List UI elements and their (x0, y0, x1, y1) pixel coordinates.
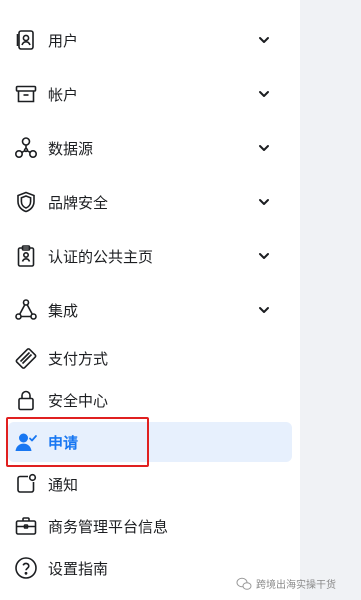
sidebar-item-label: 申请 (48, 433, 79, 452)
sidebar-item-requests[interactable]: 申请 (8, 422, 292, 462)
sidebar-item-label: 认证的公共主页 (48, 247, 154, 266)
shield-icon (14, 190, 38, 214)
sidebar-item-security-center[interactable]: 安全中心 (8, 380, 292, 420)
sidebar-item-label: 商务管理平台信息 (48, 517, 169, 536)
sidebar-item-notifications[interactable]: 通知 (8, 464, 292, 504)
sidebar-item-verified-pages[interactable]: 认证的公共主页 (8, 236, 292, 276)
sidebar-item-accounts[interactable]: 帐户 (8, 74, 292, 114)
sidebar-item-label: 集成 (48, 301, 79, 320)
sidebar-item-data-sources[interactable]: 数据源 (8, 128, 292, 168)
notification-icon (14, 472, 38, 496)
sidebar-item-label: 数据源 (48, 139, 94, 158)
sidebar-item-label: 用户 (48, 31, 79, 50)
briefcase-icon (14, 514, 38, 538)
watermark: 跨境出海实操干货 (236, 576, 336, 591)
wechat-icon (236, 577, 252, 590)
sidebar-item-label: 品牌安全 (48, 193, 109, 212)
user-card-icon (14, 28, 38, 52)
chevron-down-icon[interactable] (256, 86, 272, 102)
sidebar-item-label: 支付方式 (48, 349, 109, 368)
clipboard-icon (14, 244, 38, 268)
data-sources-icon (14, 136, 38, 160)
chevron-down-icon[interactable] (256, 194, 272, 210)
settings-sidebar: 用户 帐户 数据源 品牌安全 认证的公共主页 集成 支付方式 安全中心 申请 通… (0, 0, 300, 600)
chevron-down-icon[interactable] (256, 302, 272, 318)
chevron-down-icon[interactable] (256, 140, 272, 156)
sidebar-item-integrations[interactable]: 集成 (8, 290, 292, 330)
archive-box-icon (14, 82, 38, 106)
sidebar-item-payment-methods[interactable]: 支付方式 (8, 338, 292, 378)
credit-card-icon (14, 346, 38, 370)
sidebar-item-label: 通知 (48, 475, 79, 494)
network-icon (14, 298, 38, 322)
sidebar-item-label: 安全中心 (48, 391, 109, 410)
chevron-down-icon[interactable] (256, 248, 272, 264)
help-icon (14, 556, 38, 580)
chevron-down-icon[interactable] (256, 32, 272, 48)
person-check-icon (14, 430, 38, 454)
sidebar-item-brand-safety[interactable]: 品牌安全 (8, 182, 292, 222)
sidebar-item-label: 设置指南 (48, 559, 109, 578)
sidebar-item-users[interactable]: 用户 (8, 20, 292, 60)
lock-icon (14, 388, 38, 412)
watermark-text: 跨境出海实操干货 (256, 580, 336, 591)
sidebar-item-label: 帐户 (48, 85, 79, 104)
sidebar-item-business-info[interactable]: 商务管理平台信息 (8, 506, 292, 546)
